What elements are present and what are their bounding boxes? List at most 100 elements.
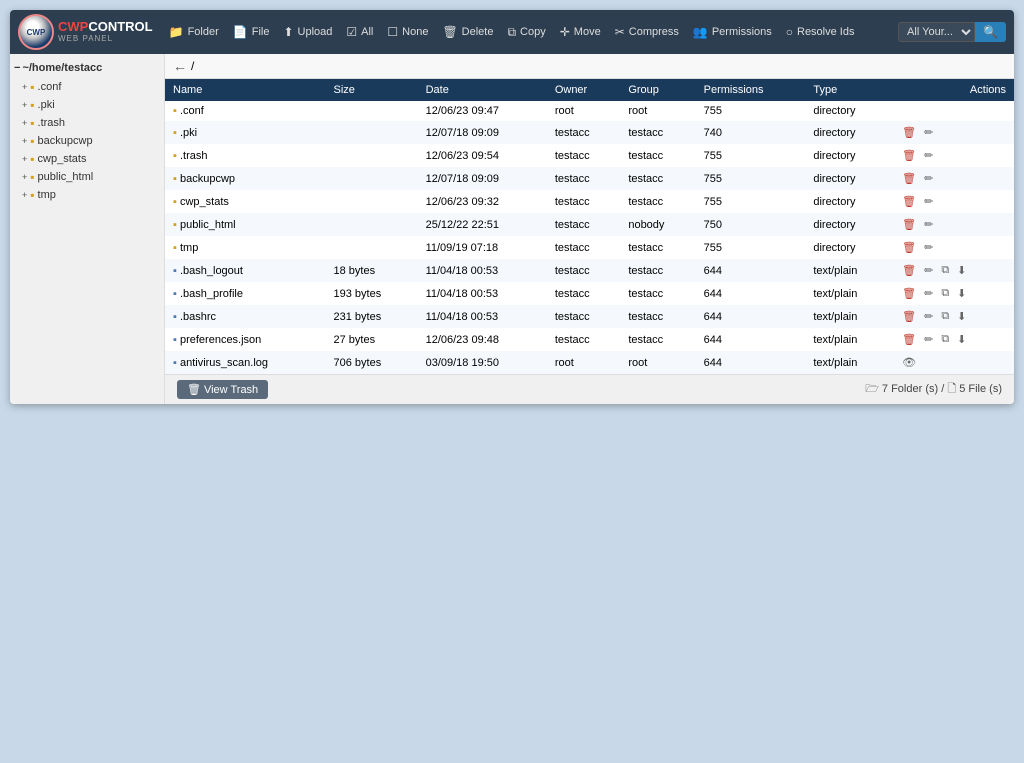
cell-name[interactable]: ▪ .pki	[165, 121, 326, 144]
edit-action-icon[interactable]: ✏	[922, 286, 935, 301]
view-trash-button[interactable]: 🗑 View Trash	[177, 380, 268, 399]
all-button[interactable]: ☑ All	[342, 23, 377, 41]
all-label: All	[361, 26, 373, 38]
delete-button[interactable]: 🗑 Delete	[438, 23, 497, 41]
cell-owner: testacc	[547, 190, 621, 213]
cell-type: text/plain	[805, 328, 892, 351]
cell-perms: 755	[696, 144, 806, 167]
delete-action-icon[interactable]: 🗑	[900, 148, 918, 163]
sidebar-label-conf: .conf	[38, 81, 62, 93]
edit-action-icon[interactable]: ✏	[922, 263, 935, 278]
edit-action-icon[interactable]: ✏	[922, 309, 935, 324]
sidebar-item-conf[interactable]: + ▪ .conf	[14, 78, 160, 96]
sidebar-label-pki: .pki	[38, 99, 55, 111]
cell-name[interactable]: ▪ cwp_stats	[165, 190, 326, 213]
cell-date: 11/04/18 00:53	[418, 305, 547, 328]
cell-name[interactable]: ▪ antivirus_scan.log	[165, 351, 326, 374]
view-trash-label: View Trash	[204, 384, 258, 396]
file-name: tmp	[180, 242, 198, 254]
download-action-icon[interactable]: ⬇	[955, 332, 968, 347]
none-icon: ☐	[387, 25, 398, 39]
permissions-button[interactable]: 👥 Permissions	[689, 23, 776, 41]
copy-action-icon[interactable]: ⧉	[939, 263, 951, 278]
copy-action-icon[interactable]: ⧉	[939, 309, 951, 324]
view-action-icon[interactable]: 👁	[900, 355, 918, 370]
delete-action-icon[interactable]: 🗑	[900, 125, 918, 140]
upload-icon: ⬆	[283, 25, 293, 39]
cell-name[interactable]: ▪ backupcwp	[165, 167, 326, 190]
cell-size	[326, 121, 418, 144]
cell-perms: 644	[696, 351, 806, 374]
file-label: File	[252, 26, 270, 38]
cell-name[interactable]: ▪ tmp	[165, 236, 326, 259]
sidebar-label-trash: .trash	[38, 117, 66, 129]
expand-icon: +	[22, 118, 27, 128]
back-button[interactable]: ←	[173, 58, 187, 74]
content-area: ← / Name Size Date Owner Group Permissio…	[165, 54, 1014, 404]
edit-action-icon[interactable]: ✏	[922, 171, 935, 186]
file-name: preferences.json	[180, 334, 261, 346]
edit-action-icon[interactable]: ✏	[922, 194, 935, 209]
move-button[interactable]: ✛ Move	[556, 23, 605, 41]
delete-action-icon[interactable]: 🗑	[900, 263, 918, 278]
sidebar-item-publichtml[interactable]: + ▪ public_html	[14, 168, 160, 186]
cell-name[interactable]: ▪ .bash_logout	[165, 259, 326, 282]
sidebar-root-path: ~/home/testacc	[22, 62, 102, 74]
copy-action-icon[interactable]: ⧉	[939, 332, 951, 347]
cell-date: 25/12/22 22:51	[418, 213, 547, 236]
footer-stats: 🗁 7 Folder (s) / 🗋 5 File (s)	[865, 380, 1002, 399]
cell-actions: 🗑 ✏ ⧉ ⬇	[892, 259, 1014, 282]
search-select[interactable]: All Your...	[898, 22, 975, 42]
file-icon: ▪	[173, 334, 180, 346]
delete-action-icon[interactable]: 🗑	[900, 309, 918, 324]
none-button[interactable]: ☐ None	[383, 23, 432, 41]
file-icon: ▪	[173, 357, 180, 369]
sidebar-item-pki[interactable]: + ▪ .pki	[14, 96, 160, 114]
file-name: backupcwp	[180, 173, 235, 185]
edit-action-icon[interactable]: ✏	[922, 240, 935, 255]
cell-group: testacc	[620, 144, 695, 167]
cell-date: 03/09/18 19:50	[418, 351, 547, 374]
copy-button[interactable]: ⧉ Copy	[503, 23, 549, 42]
delete-action-icon[interactable]: 🗑	[900, 194, 918, 209]
download-action-icon[interactable]: ⬇	[955, 263, 968, 278]
copy-action-icon[interactable]: ⧉	[939, 286, 951, 301]
sidebar-item-trash[interactable]: + ▪ .trash	[14, 114, 160, 132]
cell-date: 11/04/18 00:53	[418, 282, 547, 305]
file-name: antivirus_scan.log	[180, 357, 268, 369]
sidebar-label-tmp: tmp	[38, 189, 56, 201]
search-button[interactable]: 🔍	[975, 22, 1006, 42]
upload-button[interactable]: ⬆ Upload	[279, 23, 336, 41]
sidebar-item-backupcwp[interactable]: + ▪ backupcwp	[14, 132, 160, 150]
cell-name[interactable]: ▪ .bash_profile	[165, 282, 326, 305]
delete-action-icon[interactable]: 🗑	[900, 217, 918, 232]
cell-name[interactable]: ▪ public_html	[165, 213, 326, 236]
download-action-icon[interactable]: ⬇	[955, 309, 968, 324]
edit-action-icon[interactable]: ✏	[922, 217, 935, 232]
cell-owner: testacc	[547, 167, 621, 190]
cell-name[interactable]: ▪ .bashrc	[165, 305, 326, 328]
delete-action-icon[interactable]: 🗑	[900, 332, 918, 347]
nav-bar: ← /	[165, 54, 1014, 79]
cell-name[interactable]: ▪ .trash	[165, 144, 326, 167]
folder-icon-tmp: ▪	[30, 188, 34, 202]
table-row: ▪ backupcwp12/07/18 09:09testacctestacc7…	[165, 167, 1014, 190]
delete-action-icon[interactable]: 🗑	[900, 286, 918, 301]
delete-action-icon[interactable]: 🗑	[900, 240, 918, 255]
collapse-icon[interactable]: −	[14, 62, 20, 74]
download-action-icon[interactable]: ⬇	[955, 286, 968, 301]
edit-action-icon[interactable]: ✏	[922, 332, 935, 347]
sidebar-item-tmp[interactable]: + ▪ tmp	[14, 186, 160, 204]
cell-name[interactable]: ▪ preferences.json	[165, 328, 326, 351]
edit-action-icon[interactable]: ✏	[922, 125, 935, 140]
sidebar-item-cwpstats[interactable]: + ▪ cwp_stats	[14, 150, 160, 168]
file-button[interactable]: 📄 File	[229, 23, 274, 41]
compress-button[interactable]: ✂ Compress	[611, 23, 683, 41]
file-name: public_html	[180, 219, 236, 231]
cell-name[interactable]: ▪ .conf	[165, 101, 326, 121]
edit-action-icon[interactable]: ✏	[922, 148, 935, 163]
resolve-ids-button[interactable]: ○ Resolve Ids	[782, 23, 859, 41]
folder-button[interactable]: 📁 Folder	[165, 23, 223, 41]
delete-action-icon[interactable]: 🗑	[900, 171, 918, 186]
table-row: ▪ .trash12/06/23 09:54testacctestacc755d…	[165, 144, 1014, 167]
